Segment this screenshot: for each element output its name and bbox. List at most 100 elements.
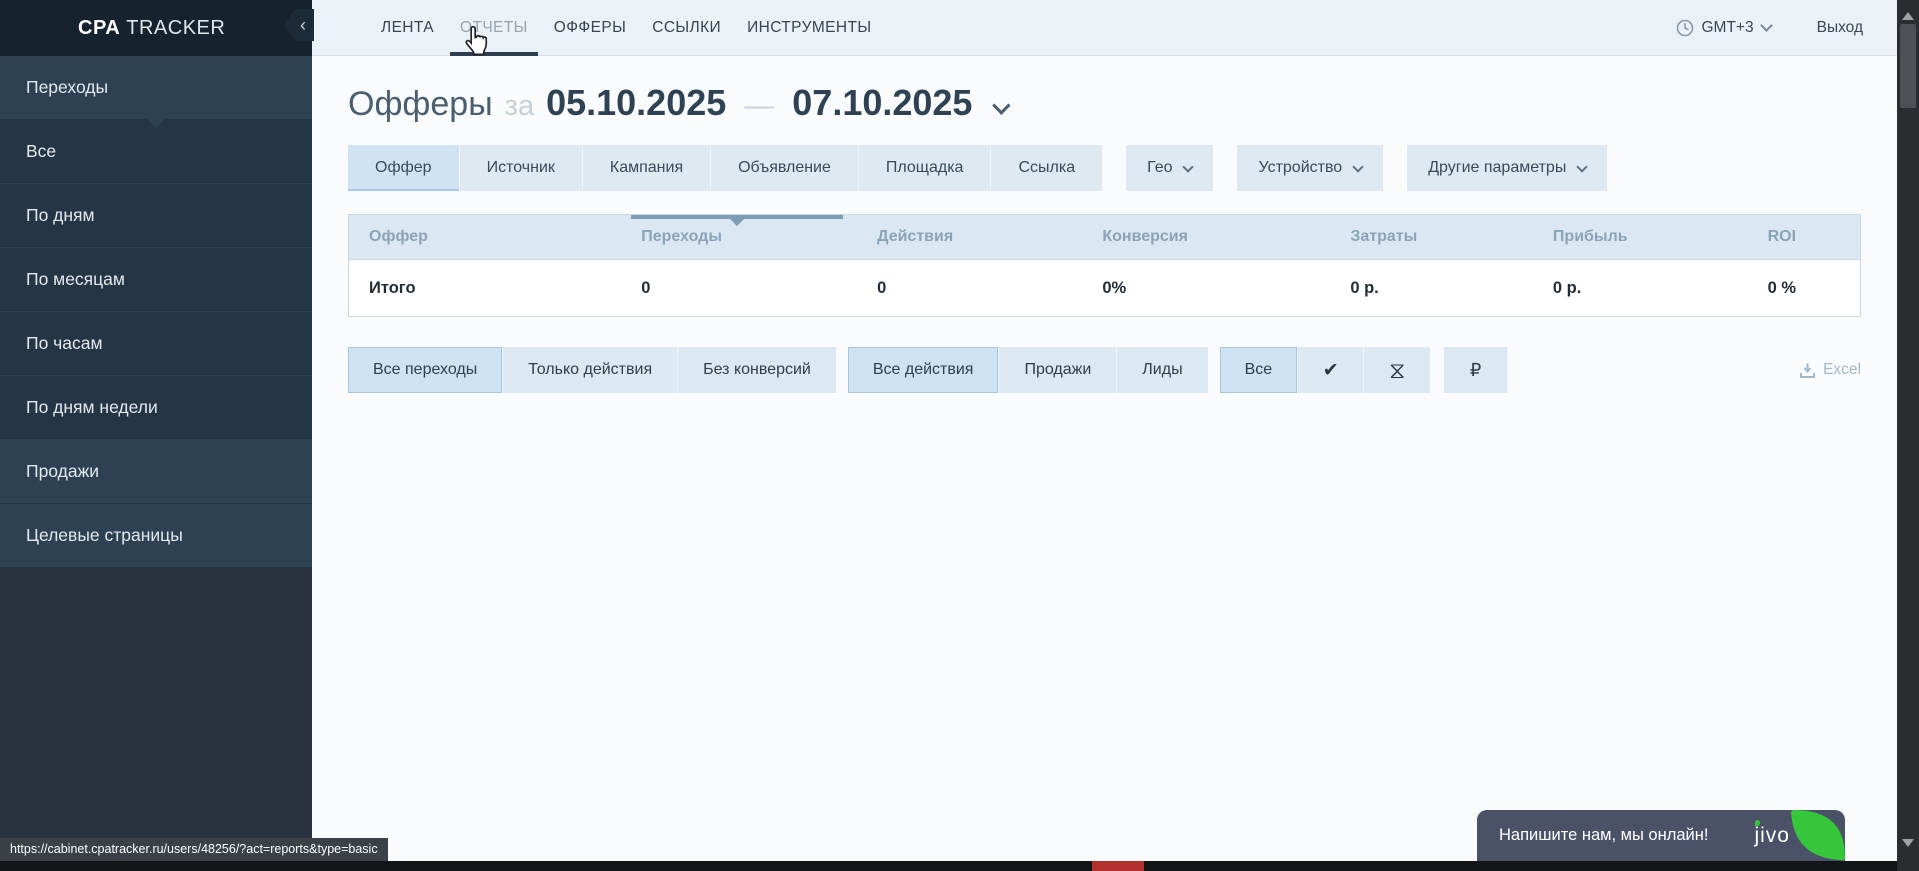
filter-all-clicks[interactable]: Все переходы: [348, 347, 503, 393]
top-bar: ЛЕНТА ОТЧЕТЫ ОФФЕРЫ ССЫЛКИ ИНСТРУМЕНТЫ: [312, 0, 1897, 56]
tab-label: Оффер: [375, 159, 432, 177]
scrollbar-thumb[interactable]: [1900, 24, 1916, 108]
actions-filter-group: Все действия Продажи Лиды: [848, 347, 1208, 393]
total-profit: 0 р.: [1543, 260, 1758, 317]
sidebar-item-perehody[interactable]: Переходы: [0, 56, 312, 120]
statusbar-url: https://cabinet.cpatracker.ru/users/4825…: [10, 842, 378, 856]
column-header-roi[interactable]: ROI: [1758, 215, 1861, 260]
filter-currency-ruble[interactable]: ₽: [1444, 347, 1508, 393]
bottom-edge-bar: [0, 861, 1919, 871]
dimension-tabs: Оффер Источник Кампания Объявление Площа…: [348, 145, 1861, 191]
hand-cursor-icon: [463, 25, 490, 56]
filter-approved[interactable]: ✔: [1298, 347, 1364, 393]
column-header-offer[interactable]: Оффер: [349, 215, 632, 260]
geo-dropdown[interactable]: Гео: [1126, 145, 1213, 191]
tab-ssylki[interactable]: ССЫЛКИ: [639, 0, 734, 55]
status-filter-group: Все ✔ ⧖: [1220, 347, 1431, 393]
tab-instrumenty[interactable]: ИНСТРУМЕНТЫ: [734, 0, 884, 55]
sidebar-item-po-chasam[interactable]: По часам: [0, 312, 312, 376]
sidebar-item-vse[interactable]: Все: [0, 120, 312, 184]
topnav-label: ЛЕНТА: [381, 19, 434, 37]
chevron-down-icon: [1577, 161, 1588, 172]
sidebar-empty-area: [0, 568, 312, 871]
dropdown-label: Устройство: [1258, 159, 1342, 177]
other-params-dropdown[interactable]: Другие параметры: [1407, 145, 1607, 191]
column-header-pribyl[interactable]: Прибыль: [1543, 215, 1758, 260]
sidebar-nav: Переходы Все По дням По месяцам По часам…: [0, 56, 312, 568]
sidebar-item-label: Переходы: [26, 77, 108, 98]
sidebar-item-label: По часам: [26, 333, 103, 354]
tab-ploschadka[interactable]: Площадка: [859, 145, 992, 191]
topbar-right: GMT+3 Выход: [1676, 0, 1864, 55]
tab-offery[interactable]: ОФФЕРЫ: [541, 0, 639, 55]
sidebar-item-prodazhi[interactable]: Продажи: [0, 440, 312, 504]
column-header-konversiya[interactable]: Конверсия: [1092, 215, 1340, 260]
filter-label: Без конверсий: [703, 361, 811, 379]
sidebar-collapse-button[interactable]: ‹: [284, 9, 314, 41]
app-window: CPATRACKER ‹ Переходы Все По дням По мес…: [0, 0, 1897, 871]
column-label: Переходы: [641, 228, 722, 245]
filter-sales[interactable]: Продажи: [999, 347, 1117, 393]
leaf-icon: [1791, 810, 1847, 861]
chat-message: Напишите нам, мы онлайн!: [1499, 826, 1708, 845]
sidebar-item-po-dnyam[interactable]: По дням: [0, 184, 312, 248]
tab-istochnik[interactable]: Источник: [460, 145, 583, 191]
tab-obyavlenie[interactable]: Объявление: [711, 145, 859, 191]
sidebar: CPATRACKER ‹ Переходы Все По дням По мес…: [0, 0, 312, 871]
link-preview-statusbar: https://cabinet.cpatracker.ru/users/4825…: [0, 838, 388, 861]
sidebar-item-po-dnyam-nedeli[interactable]: По дням недели: [0, 376, 312, 440]
hourglass-icon: ⧖: [1389, 357, 1405, 384]
clicks-filter-group: Все переходы Только действия Без конверс…: [348, 347, 836, 393]
tab-lenta[interactable]: ЛЕНТА: [368, 0, 447, 55]
tab-offer[interactable]: Оффер: [348, 145, 460, 191]
tab-kampaniya[interactable]: Кампания: [583, 145, 711, 191]
logo-bold: CPA: [78, 17, 120, 39]
vertical-scrollbar[interactable]: [1897, 0, 1919, 871]
sidebar-item-label: По дням недели: [26, 397, 158, 418]
filter-label: Все переходы: [373, 361, 477, 379]
timezone-select[interactable]: GMT+3: [1676, 19, 1771, 37]
sidebar-item-po-mesyacam[interactable]: По месяцам: [0, 248, 312, 312]
tab-label: Кампания: [610, 159, 683, 177]
topnav-label: ОФФЕРЫ: [554, 19, 626, 37]
filter-label: Все: [1245, 361, 1273, 379]
sidebar-item-label: Целевые страницы: [26, 525, 183, 546]
report-preposition: за: [505, 90, 534, 123]
filter-all-actions[interactable]: Все действия: [848, 347, 1000, 393]
date-to[interactable]: 07.10.2025: [792, 82, 972, 124]
filter-label: Лиды: [1142, 361, 1182, 379]
filter-status-all[interactable]: Все: [1220, 347, 1299, 393]
date-range-dash: —: [744, 89, 774, 123]
logo-block: CPATRACKER ‹: [0, 0, 312, 56]
export-excel-link[interactable]: Excel: [1800, 361, 1861, 379]
report-page: Офферы за 05.10.2025 — 07.10.2025 Оффер …: [312, 56, 1897, 393]
date-from[interactable]: 05.10.2025: [546, 82, 726, 124]
chat-widget[interactable]: Напишите нам, мы онлайн! jivo: [1477, 810, 1845, 861]
scrollbar-up-arrow-icon[interactable]: [1902, 6, 1914, 20]
sidebar-item-label: По месяцам: [26, 269, 125, 290]
dropdown-label: Гео: [1147, 159, 1172, 177]
sidebar-item-label: Продажи: [26, 461, 99, 482]
download-icon: [1800, 363, 1815, 378]
filter-no-conversions[interactable]: Без конверсий: [678, 347, 836, 393]
tab-ssylka[interactable]: Ссылка: [991, 145, 1102, 191]
total-actions: 0: [867, 260, 1092, 317]
chevron-left-icon: ‹: [300, 15, 306, 36]
scrollbar-down-arrow-icon[interactable]: [1902, 839, 1914, 853]
clock-icon: [1676, 19, 1694, 37]
device-dropdown[interactable]: Устройство: [1237, 145, 1383, 191]
column-header-perehody[interactable]: Переходы: [631, 215, 867, 260]
filter-leads[interactable]: Лиды: [1117, 347, 1207, 393]
filter-only-actions[interactable]: Только действия: [503, 347, 678, 393]
jivo-logo: jivo: [1754, 824, 1790, 848]
filter-pending[interactable]: ⧖: [1364, 347, 1430, 393]
total-roi: 0 %: [1758, 260, 1861, 317]
column-header-deystviya[interactable]: Действия: [867, 215, 1092, 260]
column-header-zatraty[interactable]: Затраты: [1340, 215, 1543, 260]
tab-otchety[interactable]: ОТЧЕТЫ: [447, 0, 541, 55]
sidebar-item-celevye-stranicy[interactable]: Целевые страницы: [0, 504, 312, 568]
logout-link[interactable]: Выход: [1817, 19, 1863, 37]
date-range-chevron-icon[interactable]: [993, 96, 1011, 114]
total-costs: 0 р.: [1340, 260, 1543, 317]
total-clicks: 0: [631, 260, 867, 317]
